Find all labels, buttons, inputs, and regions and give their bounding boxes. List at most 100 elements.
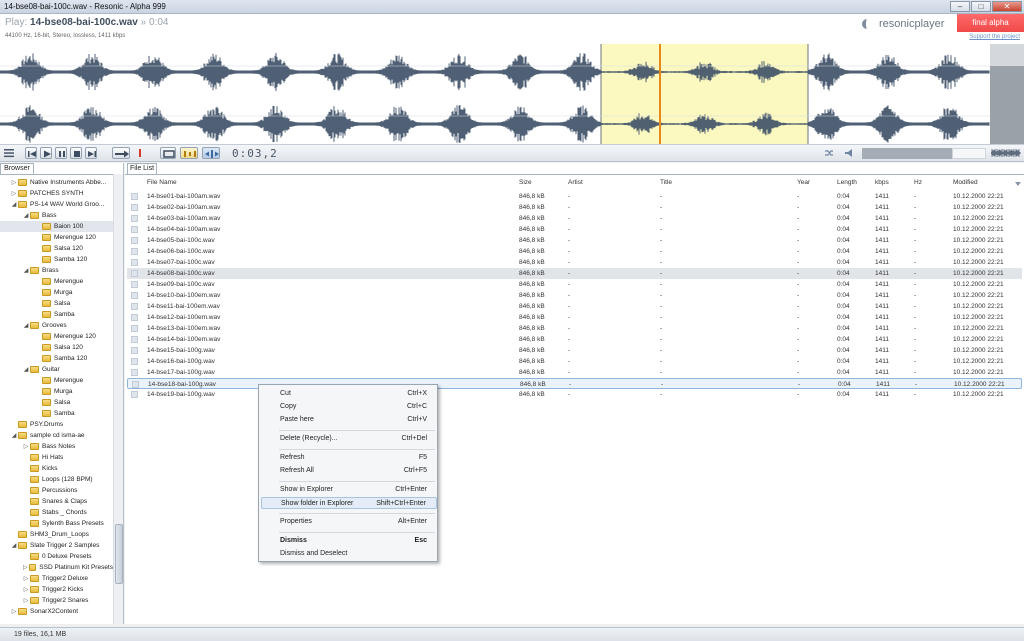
tree-scrollbar-thumb[interactable] xyxy=(115,524,123,584)
table-row[interactable]: 14-bse05-bai-100c.wav 846,8 kB - - - 0:04 1411… xyxy=(127,235,1022,246)
tree-item[interactable]: Samba xyxy=(0,309,113,320)
tree-item[interactable]: ▷ Trigger2 Deluxe xyxy=(0,573,113,584)
tree-item[interactable]: Samba xyxy=(0,408,113,419)
tree-item[interactable]: ▷ Trigger2 Snares xyxy=(0,595,113,606)
column-header-cell[interactable]: Year xyxy=(797,179,810,186)
tree-item[interactable]: ▷ Bass Notes xyxy=(0,441,113,452)
menu-item[interactable]: Copy Ctrl+C xyxy=(261,401,437,413)
table-row[interactable]: 14-bse16-bai-100g.wav 846,8 kB - - - 0:04 1411… xyxy=(127,356,1022,367)
tree-item[interactable]: Sylenth Bass Presets xyxy=(0,518,113,529)
previous-button[interactable] xyxy=(25,147,37,159)
folder-tree[interactable]: ▷ Native Instruments Abbe... ▷ PATCHES SYNT… xyxy=(0,174,113,624)
collapsed-arrow-icon[interactable]: ▷ xyxy=(10,608,18,615)
tree-item[interactable]: Merengue xyxy=(0,375,113,386)
tree-item[interactable]: ◢ Slate Trigger 2 Samples xyxy=(0,540,113,551)
expanded-arrow-icon[interactable]: ◢ xyxy=(10,542,18,549)
menu-item[interactable]: Show in Explorer Ctrl+Enter xyxy=(261,484,437,496)
collapsed-arrow-icon[interactable]: ▷ xyxy=(22,597,30,604)
tree-item[interactable]: Merengue 120 xyxy=(0,331,113,342)
tree-item[interactable]: ▷ Native Instruments Abbe... xyxy=(0,177,113,188)
tree-item[interactable]: ◢ Guitar xyxy=(0,364,113,375)
menu-item[interactable]: Refresh F5 xyxy=(261,452,437,464)
table-row[interactable]: 14-bse10-bai-100em.wav 846,8 kB - - - 0:04 141… xyxy=(127,290,1022,301)
tab-file-list[interactable]: File List xyxy=(127,163,157,174)
scroll-follow-button[interactable] xyxy=(202,147,220,159)
volume-icon[interactable] xyxy=(843,147,855,159)
tree-item[interactable]: Snares & Claps xyxy=(0,496,113,507)
volume-slider-track[interactable] xyxy=(952,148,986,159)
column-header-cell[interactable]: kbps xyxy=(875,179,889,186)
expanded-arrow-icon[interactable]: ◢ xyxy=(22,322,30,329)
tree-item[interactable]: Loops (128 BPM) xyxy=(0,474,113,485)
table-row[interactable]: 14-bse03-bai-100am.wav 846,8 kB - - - 0:04 141… xyxy=(127,213,1022,224)
close-icon[interactable]: ✕ xyxy=(992,1,1022,12)
tab-browser[interactable]: Browser xyxy=(0,163,34,174)
menu-item[interactable]: Paste here Ctrl+V xyxy=(261,414,437,426)
overview-scroll[interactable] xyxy=(990,66,1024,144)
tree-item[interactable]: Salsa 120 xyxy=(0,243,113,254)
column-header-cell[interactable]: Size xyxy=(519,179,532,186)
waveform-canvas[interactable] xyxy=(0,44,1024,144)
collapsed-arrow-icon[interactable]: ▷ xyxy=(22,564,29,571)
list-scroll-icon[interactable] xyxy=(1014,179,1022,619)
tree-item[interactable]: ◢ Grooves xyxy=(0,320,113,331)
collapsed-arrow-icon[interactable]: ▷ xyxy=(22,575,30,582)
collapsed-arrow-icon[interactable]: ▷ xyxy=(10,190,18,197)
tree-item[interactable]: ◢ Bass xyxy=(0,210,113,221)
tree-item[interactable]: ◢ sample cd isma-ae xyxy=(0,430,113,441)
table-row[interactable]: 14-bse07-bai-100c.wav 846,8 kB - - - 0:04 1411… xyxy=(127,257,1022,268)
column-header-cell[interactable]: Length xyxy=(837,179,857,186)
table-row[interactable]: 14-bse15-bai-100g.wav 846,8 kB - - - 0:04 1411… xyxy=(127,345,1022,356)
maximize-icon[interactable]: □ xyxy=(971,1,991,12)
menu-button[interactable] xyxy=(3,147,15,159)
tree-item[interactable]: Salsa 120 xyxy=(0,342,113,353)
table-row[interactable]: 14-bse13-bai-100em.wav 846,8 kB - - - 0:04 141… xyxy=(127,323,1022,334)
support-link[interactable]: Support the project xyxy=(969,34,1020,40)
waveform[interactable] xyxy=(0,44,1024,144)
menu-item[interactable]: Properties Alt+Enter xyxy=(261,516,437,528)
tree-item[interactable]: ▷ PATCHES SYNTH xyxy=(0,188,113,199)
tree-item[interactable]: Kicks xyxy=(0,463,113,474)
expanded-arrow-icon[interactable]: ◢ xyxy=(22,212,30,219)
table-row[interactable]: 14-bse02-bai-100am.wav 846,8 kB - - - 0:04 141… xyxy=(127,202,1022,213)
column-header-cell[interactable]: Title xyxy=(660,179,672,186)
tree-item[interactable]: ◢ Brass xyxy=(0,265,113,276)
continue-button[interactable] xyxy=(112,147,130,159)
tree-item[interactable]: Percussions xyxy=(0,485,113,496)
tree-item[interactable]: SHM3_Drum_Loops xyxy=(0,529,113,540)
tree-scrollbar[interactable] xyxy=(113,174,123,624)
ab-loop-button[interactable] xyxy=(180,147,198,159)
expanded-arrow-icon[interactable]: ◢ xyxy=(22,366,30,373)
expanded-arrow-icon[interactable]: ◢ xyxy=(10,201,18,208)
stop-button[interactable] xyxy=(70,147,82,159)
shuffle-icon[interactable] xyxy=(823,147,835,159)
tree-item[interactable]: Samba 120 xyxy=(0,353,113,364)
record-marker-icon[interactable] xyxy=(134,147,146,159)
tree-item[interactable]: 0 Deluxe Presets xyxy=(0,551,113,562)
table-row[interactable]: 14-bse12-bai-100em.wav 846,8 kB - - - 0:04 141… xyxy=(127,312,1022,323)
table-row[interactable]: 14-bse08-bai-100c.wav 846,8 kB - - - 0:04 1411… xyxy=(127,268,1022,279)
play-button[interactable] xyxy=(40,147,52,159)
table-row[interactable]: 14-bse01-bai-100am.wav 846,8 kB - - - 0:04 141… xyxy=(127,191,1022,202)
column-header-cell[interactable]: Artist xyxy=(568,179,583,186)
tree-item[interactable]: ▷ SonarX2Content xyxy=(0,606,113,617)
loop-button[interactable] xyxy=(160,147,176,159)
table-row[interactable]: 14-bse06-bai-100c.wav 846,8 kB - - - 0:04 1411… xyxy=(127,246,1022,257)
next-button[interactable] xyxy=(85,147,97,159)
collapsed-arrow-icon[interactable]: ▷ xyxy=(10,179,18,186)
tree-item[interactable]: Salsa xyxy=(0,397,113,408)
minimize-icon[interactable]: – xyxy=(950,1,970,12)
collapsed-arrow-icon[interactable]: ▷ xyxy=(22,586,30,593)
column-header-cell[interactable]: File Name xyxy=(147,179,177,186)
menu-item[interactable]: Refresh All Ctrl+F5 xyxy=(261,465,437,477)
tree-item[interactable]: PSY.Drums xyxy=(0,419,113,430)
tree-item[interactable]: Stabs _ Chords xyxy=(0,507,113,518)
tree-item[interactable]: ◢ PS-14 WAV World Groo... xyxy=(0,199,113,210)
selection-region[interactable] xyxy=(601,44,808,144)
table-row[interactable]: 14-bse09-bai-100c.wav 846,8 kB - - - 0:04 1411… xyxy=(127,279,1022,290)
tree-item[interactable]: Baion 100 xyxy=(0,221,113,232)
tree-item[interactable]: Murga xyxy=(0,386,113,397)
table-row[interactable]: 14-bse14-bai-100em.wav 846,8 kB - - - 0:04 141… xyxy=(127,334,1022,345)
tree-item[interactable]: ▷ SSD Platinum Kit Presets xyxy=(0,562,113,573)
tree-item[interactable]: ▷ Trigger2 Kicks xyxy=(0,584,113,595)
